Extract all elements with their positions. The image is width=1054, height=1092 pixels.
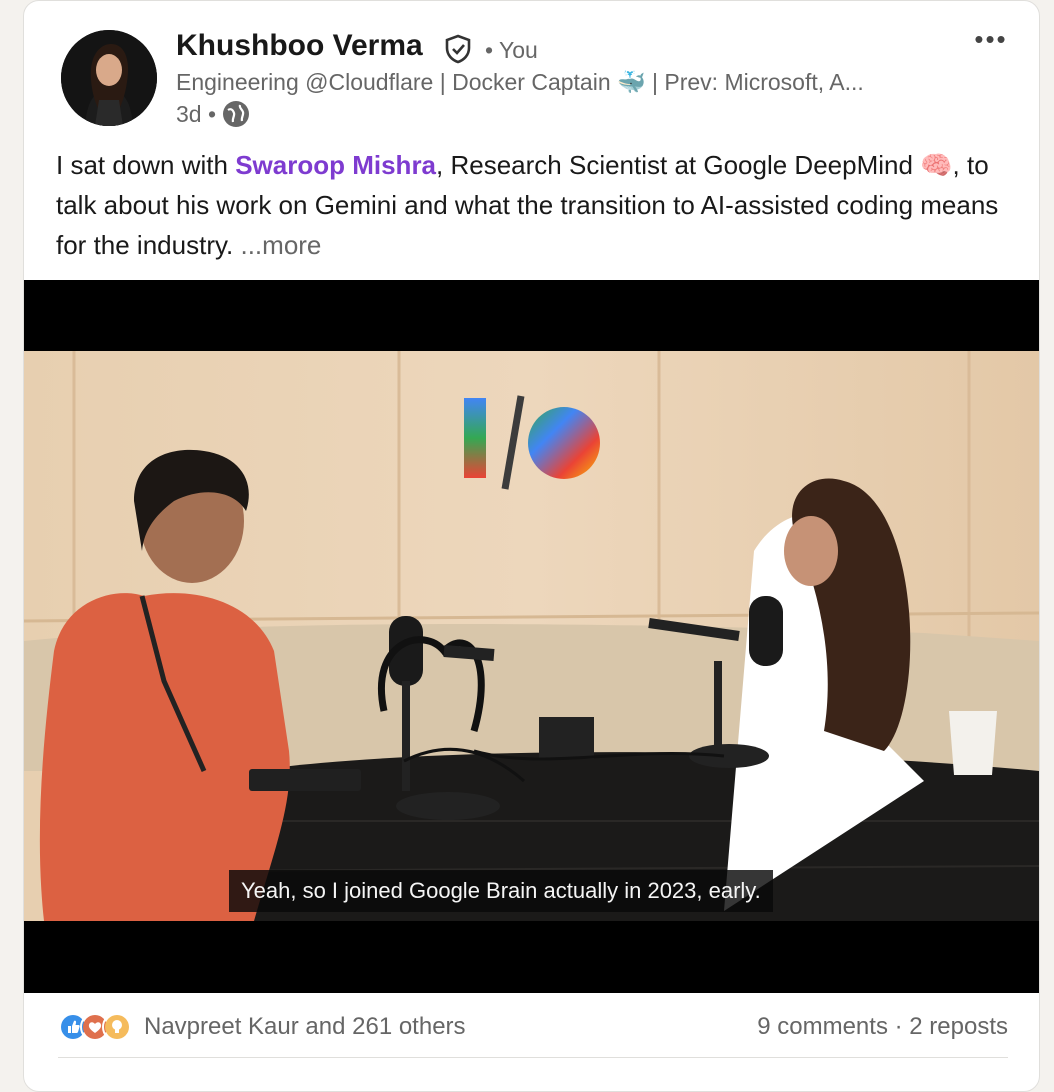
post-meta: 3d •: [176, 100, 250, 128]
globe-icon: [223, 101, 250, 127]
author-name[interactable]: Khushboo Verma: [176, 29, 423, 63]
divider: [58, 1057, 1008, 1058]
video-subtitle: Yeah, so I joined Google Brain actually …: [229, 870, 773, 912]
ellipsis-icon[interactable]: •••: [971, 26, 1011, 55]
post-time: 3d •: [176, 100, 217, 127]
post-card: Khushboo Verma • You ••• Engineering @Cl…: [23, 0, 1040, 1092]
avatar-image: [61, 30, 157, 126]
reactions-text[interactable]: Navpreet Kaur and 261 others: [144, 1013, 466, 1041]
avatar[interactable]: [61, 30, 157, 126]
video-frame: Yeah, so I joined Google Brain actually …: [24, 351, 1039, 921]
post-text-start: I sat down with: [56, 150, 236, 180]
video-player[interactable]: Yeah, so I joined Google Brain actually …: [24, 280, 1039, 993]
see-more-link[interactable]: ...more: [233, 230, 321, 260]
connection-degree: • You: [485, 37, 538, 63]
shield-check-icon: [445, 34, 471, 64]
post-text: I sat down with Swaroop Mishra, Research…: [56, 145, 1016, 265]
comments-reposts-count[interactable]: 9 comments · 2 reposts: [757, 1013, 1008, 1041]
mention-link[interactable]: Swaroop Mishra: [235, 150, 436, 180]
reactions-summary[interactable]: Navpreet Kaur and 261 others: [58, 1012, 466, 1042]
author-headline: Engineering @Cloudflare | Docker Captain…: [176, 69, 864, 95]
insightful-icon: [102, 1012, 132, 1042]
video-frame-image: [24, 351, 1039, 921]
social-counts-bar: Navpreet Kaur and 261 others 9 comments …: [58, 1005, 1008, 1049]
